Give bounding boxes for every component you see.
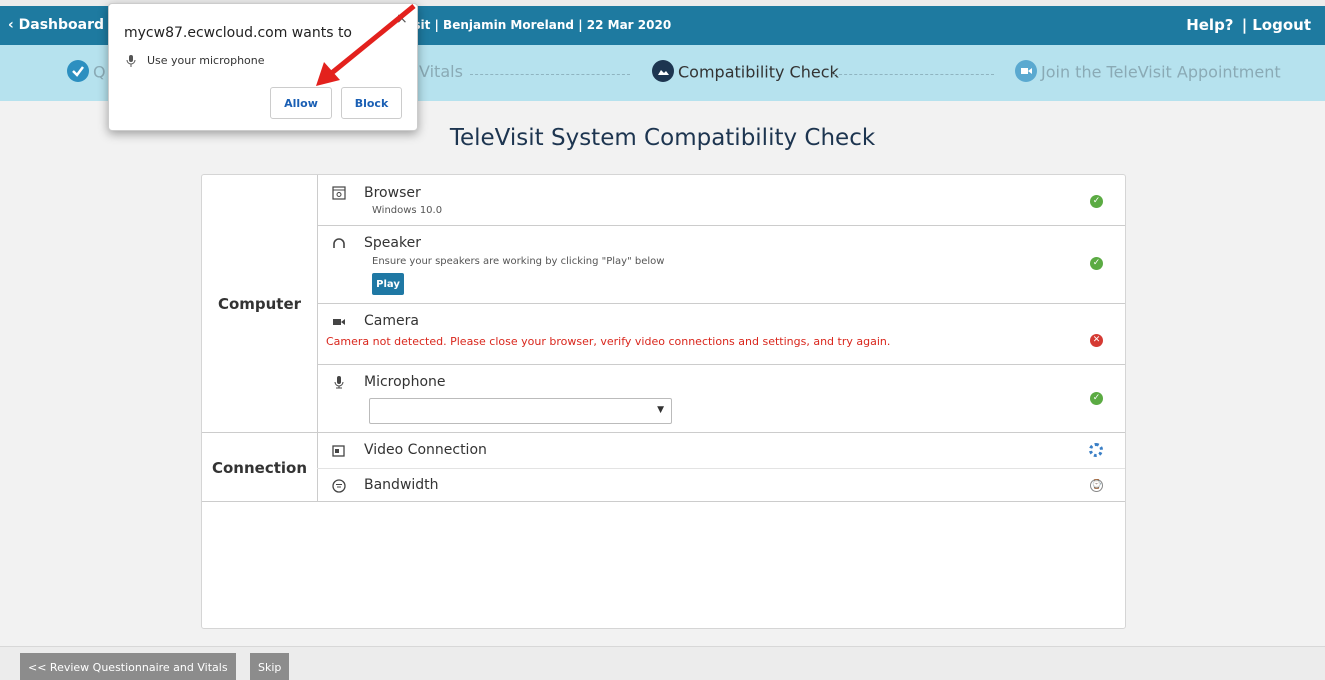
step-compatibility-check: Compatibility Check [652, 60, 839, 84]
visit-info: eVisit | Benjamin Moreland | 22 Mar 2020 [392, 18, 672, 32]
microphone-icon [331, 375, 347, 391]
speaker-title: Speaker [364, 235, 421, 251]
review-questionnaire-button[interactable]: << Review Questionnaire and Vitals [20, 653, 236, 680]
step-label: Q [93, 62, 106, 82]
group-divider [202, 432, 1125, 433]
spinner-icon [1089, 443, 1103, 457]
check-circle-icon [67, 60, 89, 82]
x-circle-icon: ✕ [1090, 334, 1103, 347]
chat-video-icon [1015, 60, 1037, 82]
group-divider [202, 501, 1125, 502]
group-label-computer: Computer [217, 295, 302, 313]
speaker-instructions: Ensure your speakers are working by clic… [372, 256, 665, 267]
video-connection-title: Video Connection [364, 442, 487, 458]
row-divider [317, 468, 1125, 469]
video-camera-icon [331, 315, 347, 331]
browser-title: Browser [364, 185, 421, 201]
step-questionnaire: Q [67, 60, 106, 84]
step-vitals: Vitals [419, 62, 463, 81]
back-to-dashboard-link[interactable]: ‹ Dashboard [8, 17, 104, 33]
camera-title: Camera [364, 313, 419, 329]
microphone-title: Microphone [364, 374, 446, 390]
help-link[interactable]: Help? [1186, 16, 1233, 34]
caret-down-icon: ▼ [657, 405, 664, 415]
annotation-arrow [316, 4, 416, 86]
headphones-icon [331, 237, 347, 253]
header-separator: | [1241, 16, 1248, 34]
camera-error-message: Camera not detected. Please close your b… [326, 335, 891, 348]
microphone-icon [126, 55, 136, 70]
step-join-televisit: Join the TeleVisit Appointment [1015, 60, 1281, 84]
clock-icon: ⌚ [1090, 479, 1103, 492]
check-circle-icon: ✓ [1090, 257, 1103, 270]
step-label: Vitals [419, 62, 463, 81]
header-links: Help? | Logout [1184, 16, 1311, 34]
step-label: Compatibility Check [678, 62, 839, 82]
logout-link[interactable]: Logout [1252, 16, 1311, 34]
skip-button[interactable]: Skip [250, 653, 290, 680]
back-label: Dashboard [18, 17, 105, 33]
browser-version: Windows 10.0 [372, 205, 443, 216]
permission-text: Use your microphone [147, 54, 265, 67]
step-connector [834, 74, 994, 75]
bandwidth-title: Bandwidth [364, 477, 439, 493]
chevron-left-icon: ‹ [8, 17, 14, 33]
play-button[interactable]: Play [372, 273, 404, 295]
video-connection-icon [331, 444, 347, 460]
image-icon [652, 60, 674, 82]
wifi-icon [331, 479, 347, 495]
microphone-select[interactable]: ▼ [369, 398, 672, 424]
row-divider [317, 303, 1125, 304]
compatibility-panel: Computer Connection Browser Windows 10.0… [201, 174, 1126, 629]
group-label-connection: Connection [211, 459, 308, 477]
check-circle-icon: ✓ [1090, 195, 1103, 208]
browser-window-icon [331, 186, 347, 202]
row-divider [317, 364, 1125, 365]
step-connector [470, 74, 630, 75]
row-divider [317, 225, 1125, 226]
bottom-bar: << Review Questionnaire and Vitals Skip [0, 646, 1325, 680]
step-label: Join the TeleVisit Appointment [1041, 62, 1281, 82]
check-circle-icon: ✓ [1090, 392, 1103, 405]
